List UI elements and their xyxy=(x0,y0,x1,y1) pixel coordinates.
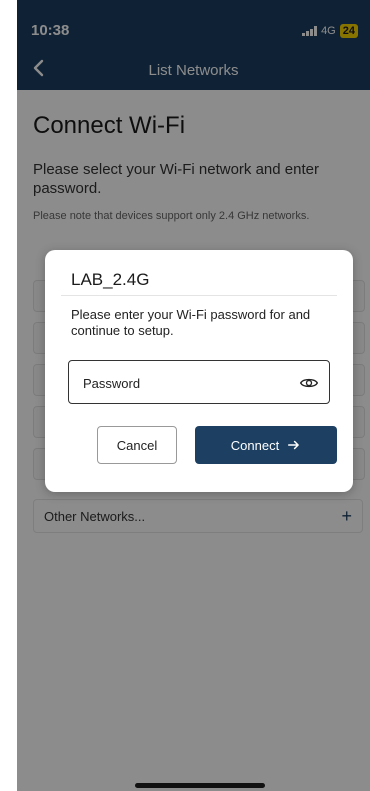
divider xyxy=(61,295,337,296)
cancel-button[interactable]: Cancel xyxy=(97,426,177,464)
connect-button[interactable]: Connect xyxy=(195,426,337,464)
password-field[interactable] xyxy=(68,360,330,404)
password-input[interactable] xyxy=(81,371,285,395)
connect-label: Connect xyxy=(230,437,280,453)
cancel-label: Cancel xyxy=(116,437,158,453)
arrow-right-icon xyxy=(288,440,300,450)
home-indicator xyxy=(135,783,265,788)
eye-icon[interactable] xyxy=(299,373,319,393)
phone-screen: 10:38 4G 24 List Networks Connect Wi-Fi … xyxy=(17,0,370,791)
network-name: LAB_2.4G xyxy=(71,270,150,289)
dialog-message: Please enter your Wi-Fi password for and… xyxy=(71,307,311,338)
password-dialog: LAB_2.4G Please enter your Wi-Fi passwor… xyxy=(45,250,353,492)
